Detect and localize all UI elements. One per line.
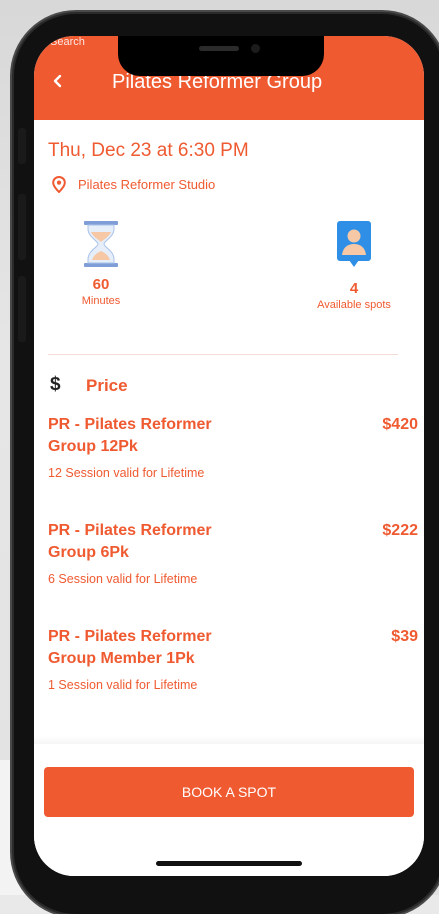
divider	[48, 354, 398, 355]
back-button[interactable]	[48, 70, 68, 92]
price-option-name: PR - Pilates Reformer Group 6Pk	[48, 522, 212, 561]
person-pin-icon	[337, 221, 371, 267]
price-option[interactable]: PR - Pilates Reformer Group 12Pk $420 12…	[48, 414, 418, 480]
status-back-to-app[interactable]: Search	[50, 36, 85, 48]
price-option-amount: $222	[382, 522, 418, 539]
hourglass-icon	[84, 221, 118, 267]
price-option[interactable]: PR - Pilates Reformer Group 6Pk $222 6 S…	[48, 520, 418, 586]
speaker	[199, 46, 239, 51]
price-option[interactable]: PR - Pilates Reformer Group Member 1Pk $…	[48, 626, 418, 692]
footer: BOOK A SPOT	[34, 744, 424, 876]
price-section-title: Price	[86, 376, 128, 395]
duration-label: Minutes	[81, 295, 121, 307]
price-option-amount: $39	[391, 628, 418, 645]
spots-label: Available spots	[317, 299, 391, 311]
price-option-description: 6 Session valid for Lifetime	[48, 572, 198, 586]
front-camera	[251, 44, 260, 53]
price-option-amount: $420	[382, 416, 418, 433]
location-name: Pilates Reformer Studio	[78, 177, 216, 192]
mute-switch	[18, 128, 26, 164]
screen: Search Pilates Reformer Group Thu, Dec 2…	[34, 36, 424, 876]
location-pin-icon	[52, 176, 66, 193]
spots-value: 4	[349, 280, 359, 297]
dollar-icon: $	[50, 374, 61, 395]
price-option-name: PR - Pilates Reformer Group 12Pk	[48, 416, 212, 455]
price-option-description: 1 Session valid for Lifetime	[48, 678, 198, 692]
home-indicator[interactable]	[156, 861, 302, 866]
session-datetime: Thu, Dec 23 at 6:30 PM	[48, 140, 249, 161]
volume-up-button	[18, 194, 26, 260]
notch	[118, 36, 324, 76]
spots-stat: 4 Available spots	[284, 220, 424, 311]
price-option-name: PR - Pilates Reformer Group Member 1Pk	[48, 628, 212, 667]
price-option-description: 12 Session valid for Lifetime	[48, 466, 205, 480]
duration-stat: 60 Minutes	[34, 220, 171, 307]
volume-down-button	[18, 276, 26, 342]
book-spot-button[interactable]: BOOK A SPOT	[44, 767, 414, 817]
chevron-left-icon	[53, 74, 62, 88]
duration-value: 60	[92, 276, 110, 293]
